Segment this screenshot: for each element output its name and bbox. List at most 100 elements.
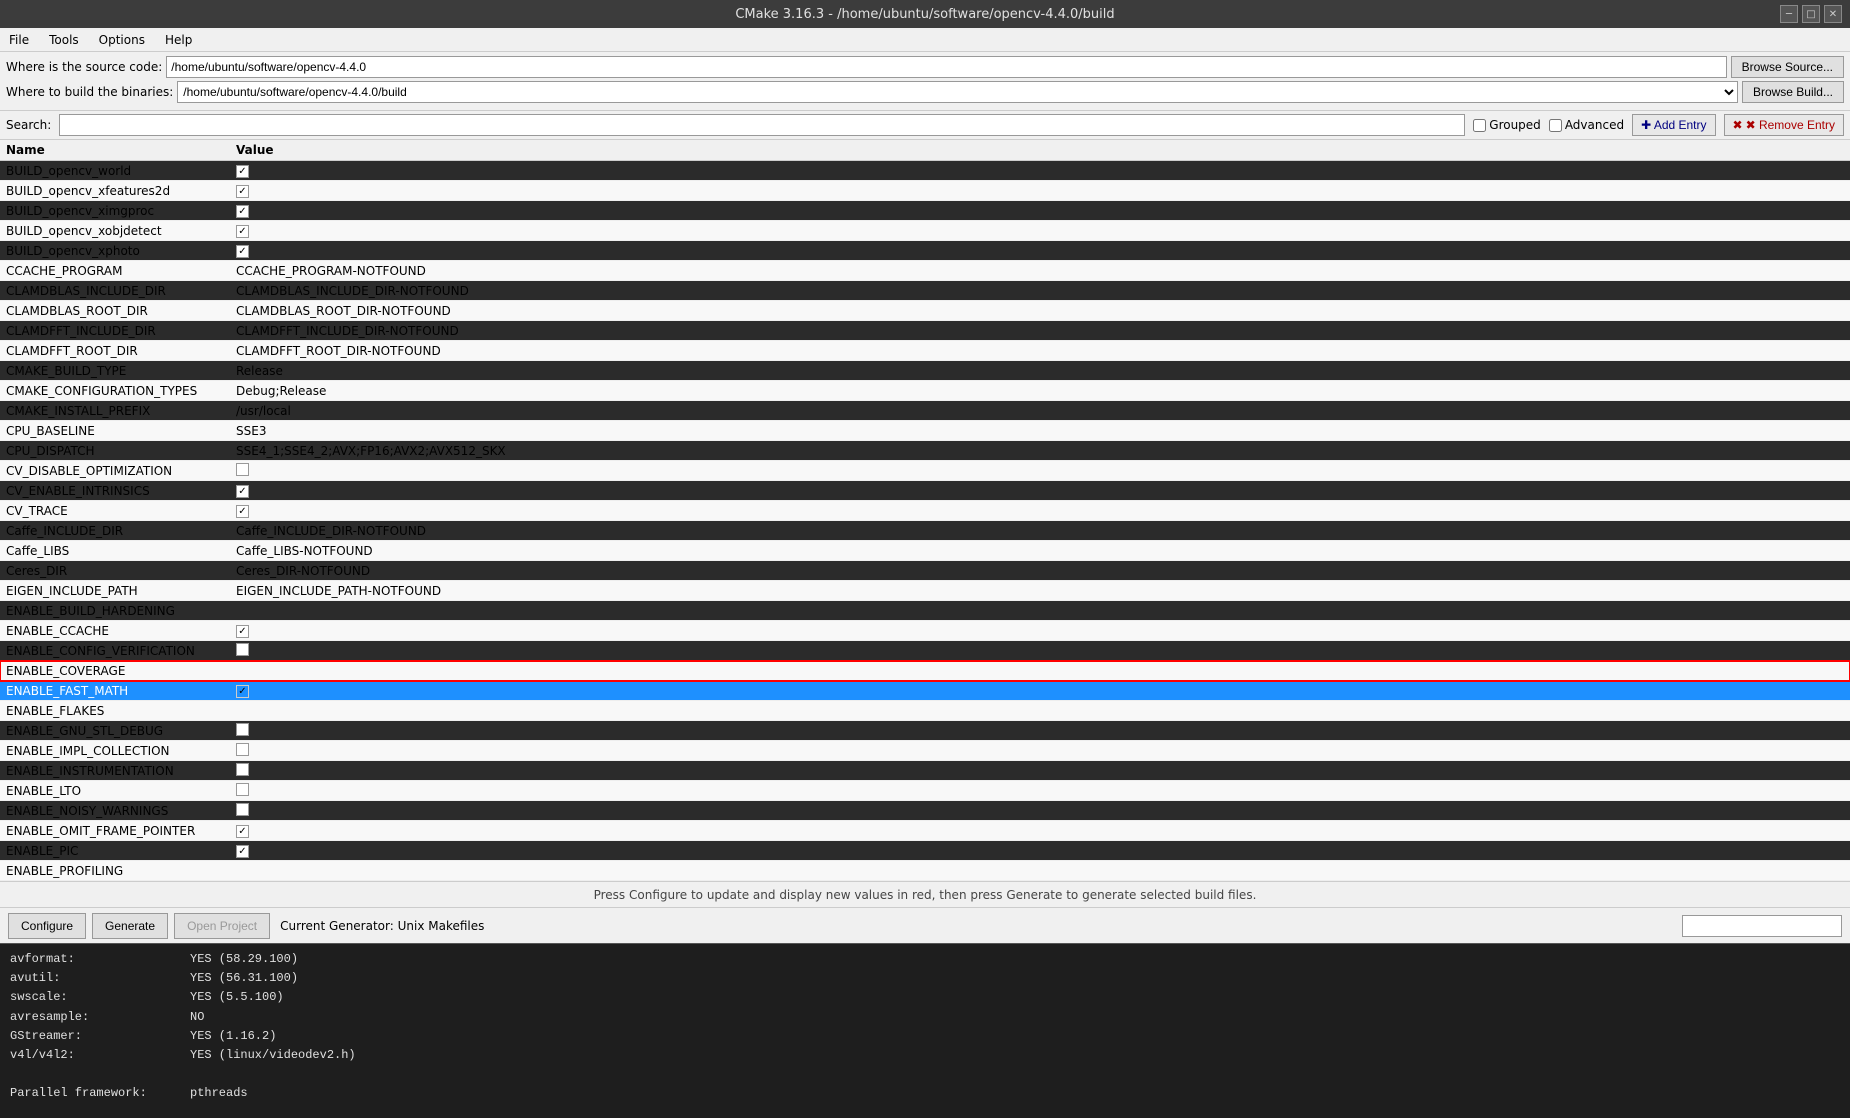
checkbox-cell[interactable] xyxy=(236,165,249,178)
cell-name: CV_DISABLE_OPTIMIZATION xyxy=(0,461,230,481)
table-row[interactable]: ENABLE_NOISY_WARNINGS xyxy=(0,801,1850,821)
cell-value[interactable] xyxy=(230,641,1850,661)
minimize-button[interactable]: ─ xyxy=(1780,5,1798,23)
table-row[interactable]: Caffe_LIBSCaffe_LIBS-NOTFOUND xyxy=(0,541,1850,561)
table-row[interactable]: ENABLE_PROFILING xyxy=(0,861,1850,881)
table-row[interactable]: ENABLE_OMIT_FRAME_POINTER xyxy=(0,821,1850,841)
cell-value[interactable] xyxy=(230,681,1850,701)
advanced-check-label[interactable]: Advanced xyxy=(1549,118,1624,132)
cell-name: BUILD_opencv_xobjdetect xyxy=(0,221,230,241)
cell-value[interactable] xyxy=(230,621,1850,641)
table-row[interactable]: Caffe_INCLUDE_DIRCaffe_INCLUDE_DIR-NOTFO… xyxy=(0,521,1850,541)
configure-button[interactable]: Configure xyxy=(8,913,86,939)
table-row[interactable]: CLAMDFFT_ROOT_DIRCLAMDFFT_ROOT_DIR-NOTFO… xyxy=(0,341,1850,361)
cell-value[interactable] xyxy=(230,201,1850,221)
table-row[interactable]: CMAKE_BUILD_TYPERelease xyxy=(0,361,1850,381)
open-project-button[interactable]: Open Project xyxy=(174,913,270,939)
add-entry-button[interactable]: ✚ Add Entry xyxy=(1632,114,1715,136)
menu-options[interactable]: Options xyxy=(94,31,150,49)
window-controls[interactable]: ─ □ ✕ xyxy=(1780,5,1842,23)
checkbox-cell[interactable] xyxy=(236,723,249,736)
build-input[interactable]: /home/ubuntu/software/opencv-4.4.0/build xyxy=(177,81,1738,103)
cell-value[interactable] xyxy=(230,241,1850,261)
cell-value[interactable] xyxy=(230,721,1850,741)
cell-value[interactable] xyxy=(230,781,1850,801)
table-row[interactable]: Ceres_DIRCeres_DIR-NOTFOUND xyxy=(0,561,1850,581)
checkbox-cell[interactable] xyxy=(236,185,249,198)
browse-build-button[interactable]: Browse Build... xyxy=(1742,81,1844,103)
table-row[interactable]: CPU_BASELINESSE3 xyxy=(0,421,1850,441)
checkbox-cell[interactable] xyxy=(236,463,249,476)
cell-name: ENABLE_FLAKES xyxy=(0,701,230,721)
table-row[interactable]: BUILD_opencv_ximgproc xyxy=(0,201,1850,221)
checkbox-cell[interactable] xyxy=(236,225,249,238)
table-row[interactable]: ENABLE_INSTRUMENTATION xyxy=(0,761,1850,781)
table-row[interactable]: BUILD_opencv_world xyxy=(0,161,1850,181)
cell-value[interactable] xyxy=(230,841,1850,861)
menu-tools[interactable]: Tools xyxy=(44,31,84,49)
advanced-checkbox[interactable] xyxy=(1549,119,1562,132)
table-row[interactable]: CLAMDBLAS_INCLUDE_DIRCLAMDBLAS_INCLUDE_D… xyxy=(0,281,1850,301)
cell-value[interactable] xyxy=(230,461,1850,481)
table-row[interactable]: CLAMDBLAS_ROOT_DIRCLAMDBLAS_ROOT_DIR-NOT… xyxy=(0,301,1850,321)
cell-value[interactable] xyxy=(230,801,1850,821)
grouped-checkbox[interactable] xyxy=(1473,119,1486,132)
checkbox-cell[interactable] xyxy=(236,205,249,218)
cell-value[interactable] xyxy=(230,501,1850,521)
search-input[interactable] xyxy=(59,114,1465,136)
table-row[interactable]: ENABLE_BUILD_HARDENING xyxy=(0,601,1850,621)
remove-entry-button[interactable]: ✖ ✖ Remove Entry xyxy=(1724,114,1844,136)
table-row[interactable]: BUILD_opencv_xfeatures2d xyxy=(0,181,1850,201)
table-row[interactable]: CV_ENABLE_INTRINSICS xyxy=(0,481,1850,501)
table-row[interactable]: EIGEN_INCLUDE_PATHEIGEN_INCLUDE_PATH-NOT… xyxy=(0,581,1850,601)
cell-value[interactable] xyxy=(230,761,1850,781)
table-row[interactable]: ENABLE_FAST_MATH xyxy=(0,681,1850,701)
table-row[interactable]: ENABLE_GNU_STL_DEBUG xyxy=(0,721,1850,741)
table-scroll[interactable]: Name Value BUILD_opencv_worldBUILD_openc… xyxy=(0,140,1850,881)
cell-value[interactable] xyxy=(230,221,1850,241)
table-row[interactable]: CPU_DISPATCHSSE4_1;SSE4_2;AVX;FP16;AVX2;… xyxy=(0,441,1850,461)
checkbox-cell[interactable] xyxy=(236,485,249,498)
menu-help[interactable]: Help xyxy=(160,31,197,49)
checkbox-cell[interactable] xyxy=(236,763,249,776)
checkbox-cell[interactable] xyxy=(236,803,249,816)
table-row[interactable]: ENABLE_CCACHE xyxy=(0,621,1850,641)
checkbox-cell[interactable] xyxy=(236,685,249,698)
table-row[interactable]: CMAKE_INSTALL_PREFIX/usr/local xyxy=(0,401,1850,421)
checkbox-cell[interactable] xyxy=(236,845,249,858)
cell-value[interactable] xyxy=(230,181,1850,201)
table-row[interactable]: CV_TRACE xyxy=(0,501,1850,521)
checkbox-cell[interactable] xyxy=(236,825,249,838)
checkbox-cell[interactable] xyxy=(236,743,249,756)
cell-value[interactable] xyxy=(230,741,1850,761)
source-input[interactable] xyxy=(166,56,1726,78)
cell-value[interactable] xyxy=(230,821,1850,841)
menu-file[interactable]: File xyxy=(4,31,34,49)
table-row[interactable]: ENABLE_FLAKES xyxy=(0,701,1850,721)
table-row[interactable]: CV_DISABLE_OPTIMIZATION xyxy=(0,461,1850,481)
bottom-search-input[interactable] xyxy=(1682,915,1842,937)
checkbox-cell[interactable] xyxy=(236,505,249,518)
table-row[interactable]: ENABLE_PIC xyxy=(0,841,1850,861)
checkbox-cell[interactable] xyxy=(236,625,249,638)
checkbox-cell[interactable] xyxy=(236,643,249,656)
cell-value[interactable] xyxy=(230,161,1850,181)
table-row[interactable]: ENABLE_COVERAGE xyxy=(0,661,1850,681)
checkbox-cell[interactable] xyxy=(236,783,249,796)
table-row[interactable]: CLAMDFFT_INCLUDE_DIRCLAMDFFT_INCLUDE_DIR… xyxy=(0,321,1850,341)
search-label: Search: xyxy=(6,118,51,132)
generate-button[interactable]: Generate xyxy=(92,913,168,939)
table-row[interactable]: ENABLE_CONFIG_VERIFICATION xyxy=(0,641,1850,661)
table-row[interactable]: BUILD_opencv_xobjdetect xyxy=(0,221,1850,241)
table-row[interactable]: ENABLE_LTO xyxy=(0,781,1850,801)
checkbox-cell[interactable] xyxy=(236,245,249,258)
table-row[interactable]: CMAKE_CONFIGURATION_TYPESDebug;Release xyxy=(0,381,1850,401)
grouped-check-label[interactable]: Grouped xyxy=(1473,118,1541,132)
browse-source-button[interactable]: Browse Source... xyxy=(1731,56,1844,78)
table-row[interactable]: ENABLE_IMPL_COLLECTION xyxy=(0,741,1850,761)
close-button[interactable]: ✕ xyxy=(1824,5,1842,23)
table-row[interactable]: CCACHE_PROGRAMCCACHE_PROGRAM-NOTFOUND xyxy=(0,261,1850,281)
cell-value[interactable] xyxy=(230,481,1850,501)
table-row[interactable]: BUILD_opencv_xphoto xyxy=(0,241,1850,261)
maximize-button[interactable]: □ xyxy=(1802,5,1820,23)
